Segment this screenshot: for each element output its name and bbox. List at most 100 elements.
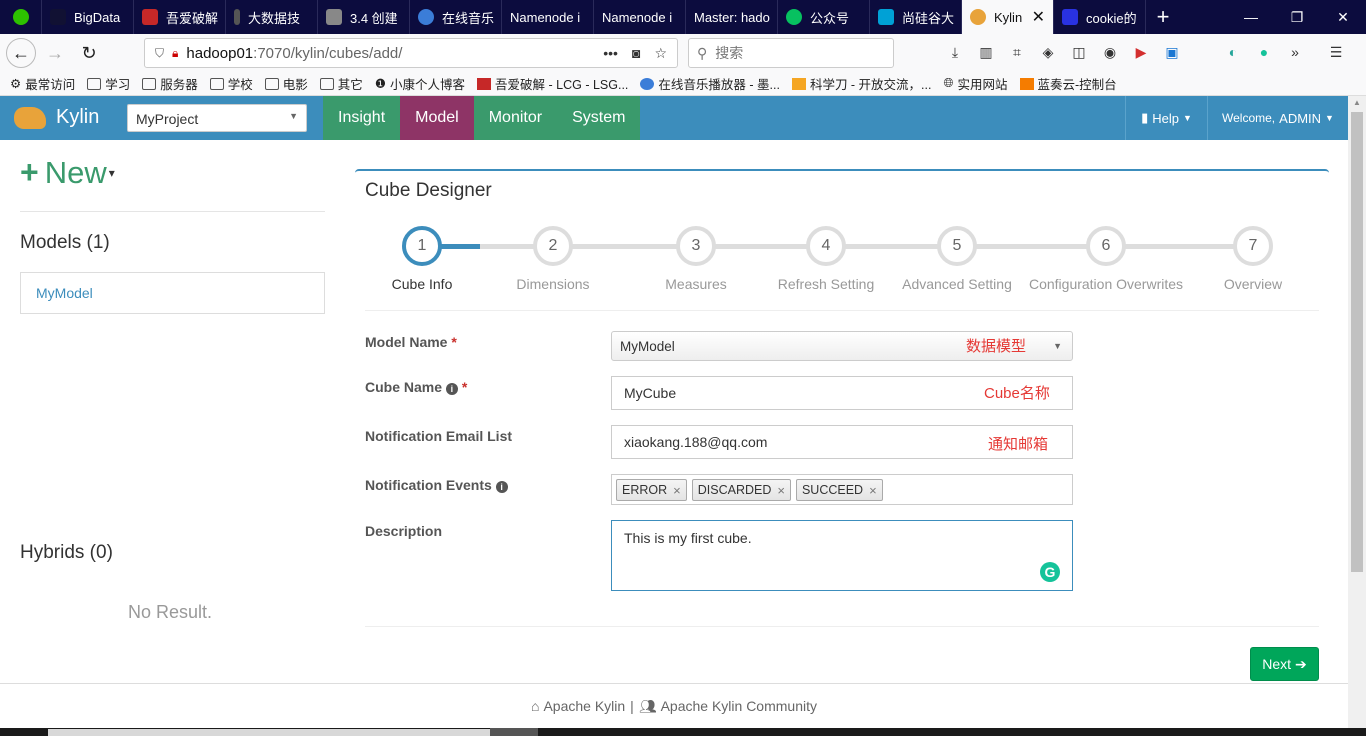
step-configuration-overwrites[interactable]: 6 Configuration Overwrites <box>1026 226 1186 292</box>
restore-icon[interactable]: ❐ <box>1274 0 1320 34</box>
new-button[interactable]: + New ▾ <box>20 154 115 191</box>
event-tag: ERROR × <box>616 479 687 501</box>
kylin-logo[interactable]: Kylin <box>14 106 99 129</box>
library-icon[interactable]: ▥ <box>977 43 995 61</box>
info-icon[interactable]: i <box>495 481 508 493</box>
browser-tab[interactable]: Namenode i <box>502 0 594 34</box>
download-icon[interactable]: ⤓ <box>946 43 964 61</box>
bookmark-item[interactable]: 科学刀 - 开放交流，... <box>791 74 931 93</box>
browser-tab[interactable]: Namenode i <box>594 0 686 34</box>
pocket-icon[interactable]: ◙ <box>632 45 640 62</box>
browser-tab[interactable]: 公众号 <box>778 0 870 34</box>
page-actions-icon[interactable]: ••• <box>603 45 618 62</box>
grammarly-icon[interactable]: G <box>1040 562 1060 582</box>
shield-icon[interactable]: ⛉ <box>155 46 164 61</box>
sidebar-icon[interactable]: ◫ <box>1070 43 1088 61</box>
remove-tag-icon[interactable]: × <box>869 483 877 498</box>
bookmark-item[interactable]: 在线音乐播放器 - 墨... <box>640 74 780 93</box>
scrollbar-thumb[interactable] <box>1351 112 1363 572</box>
scroll-up-icon[interactable]: ▲ <box>1353 98 1361 107</box>
model-list-item[interactable]: MyModel <box>20 272 325 314</box>
minimize-icon[interactable]: — <box>1228 0 1274 34</box>
new-tab-button[interactable]: + <box>1146 0 1180 34</box>
translate-icon[interactable]: ◐ <box>1224 43 1242 61</box>
remove-tag-icon[interactable]: × <box>673 483 681 498</box>
folder-icon <box>142 77 157 90</box>
description-textarea[interactable]: This is my first cube. G <box>611 520 1073 591</box>
taskbar-item[interactable] <box>490 728 538 736</box>
nav-system[interactable]: System <box>557 96 641 140</box>
remove-tag-icon[interactable]: × <box>777 483 785 498</box>
models-heading: Models (1) <box>20 232 110 253</box>
screenshot-icon[interactable]: ⌗ <box>1008 43 1026 61</box>
main-nav: Insight Model Monitor System <box>323 96 641 140</box>
toolbar-icons: ⤓ ▥ ⌗ ◈ ◫ ◉ ▶ ▣ ◐ ● » ☰ <box>946 43 1345 61</box>
bookmark-star-icon[interactable]: ☆ <box>654 45 667 62</box>
step-dimensions[interactable]: 2 Dimensions <box>473 226 633 292</box>
kylin-header: Kylin MyProject ▼ Insight Model Monitor … <box>0 96 1348 140</box>
footer-link-kylin[interactable]: Apache Kylin <box>543 698 625 714</box>
forward-button[interactable]: → <box>40 38 70 68</box>
knife-icon <box>791 77 806 90</box>
browser-tab[interactable] <box>0 0 42 34</box>
extension-icon[interactable]: ▣ <box>1163 43 1181 61</box>
search-input[interactable]: ⚲ 搜索 <box>688 38 894 68</box>
chat-icon[interactable]: ◈ <box>1039 43 1057 61</box>
bookmark-folder[interactable]: 服务器 <box>142 74 198 93</box>
bookmark-item[interactable]: ❶ 小康个人博客 <box>375 74 465 93</box>
url-bar[interactable]: ⛉ 🔒︎ hadoop01:7070/kylin/cubes/add/ ••• … <box>144 38 678 68</box>
nav-model[interactable]: Model <box>400 96 474 140</box>
browser-tab[interactable]: BigData <box>42 0 134 34</box>
step-advanced-setting[interactable]: 5 Advanced Setting <box>877 226 1037 292</box>
browser-tab[interactable]: cookie的 <box>1054 0 1146 34</box>
bookmark-item[interactable]: 吾爱破解 - LCG - LSG... <box>477 74 628 93</box>
divider <box>20 211 325 212</box>
step-overview[interactable]: 7 Overview <box>1173 226 1333 292</box>
browser-tab[interactable]: 在线音乐 <box>410 0 502 34</box>
annotation-model: 数据模型 <box>966 338 1027 355</box>
bookmark-folder[interactable]: 电影 <box>264 74 308 93</box>
reload-button[interactable]: ↻ <box>74 38 104 68</box>
grammarly-icon[interactable]: ● <box>1255 43 1273 61</box>
bookmark-item[interactable]: 蓝奏云-控制台 <box>1019 74 1117 93</box>
browser-tab-active[interactable]: Kylin ✕ <box>962 0 1054 34</box>
search-icon: ⚲ <box>697 44 708 61</box>
divider <box>365 310 1319 311</box>
browser-tab-strip: BigData 吾爱破解 大数据技 3.4 创建 在线音乐 Namenode i… <box>0 0 1366 34</box>
video-icon[interactable]: ▶ <box>1132 43 1150 61</box>
events-tag-input[interactable]: ERROR × DISCARDED × SUCCEED × <box>611 474 1073 505</box>
help-menu[interactable]: ▮ Help ▼ <box>1125 96 1207 140</box>
overflow-icon[interactable]: » <box>1286 43 1304 61</box>
page-scrollbar[interactable]: ▲ <box>1348 96 1366 728</box>
description-label: Description <box>365 523 443 539</box>
project-select[interactable]: MyProject ▼ <box>127 104 307 132</box>
browser-tab[interactable]: 吾爱破解 <box>134 0 226 34</box>
close-tab-icon[interactable]: ✕ <box>1032 7 1045 27</box>
next-button[interactable]: Next ➔ <box>1250 647 1319 681</box>
book-icon <box>326 9 342 25</box>
caret-down-icon: ▼ <box>1325 113 1334 123</box>
bookmark-folder[interactable]: 学校 <box>209 74 253 93</box>
user-menu[interactable]: Welcome, ADMIN ▼ <box>1207 96 1348 140</box>
bookmark-folder[interactable]: 其它 <box>319 74 363 93</box>
bookmark-item[interactable]: ⚙ 最常访问 <box>10 74 75 93</box>
browser-tab[interactable]: Master: hado <box>686 0 778 34</box>
close-window-icon[interactable]: ✕ <box>1320 0 1366 34</box>
browser-tab[interactable]: 尚硅谷大 <box>870 0 962 34</box>
footer-link-community[interactable]: Apache Kylin Community <box>661 698 817 714</box>
info-icon[interactable]: i <box>445 383 458 395</box>
browser-tab[interactable]: 3.4 创建 <box>318 0 410 34</box>
back-button[interactable]: ← <box>6 38 36 68</box>
menu-icon[interactable]: ☰ <box>1327 43 1345 61</box>
nav-insight[interactable]: Insight <box>323 96 401 140</box>
taskbar-search[interactable] <box>48 729 490 736</box>
bookmark-folder[interactable]: 学习 <box>87 74 130 93</box>
account-icon[interactable]: ◉ <box>1101 43 1119 61</box>
nav-monitor[interactable]: Monitor <box>473 96 558 140</box>
model-link[interactable]: MyModel <box>36 285 93 301</box>
pen-icon <box>234 9 240 25</box>
browser-tab[interactable]: 大数据技 <box>226 0 318 34</box>
bookmark-item[interactable]: 🌐︎ 实用网站 <box>943 74 1007 93</box>
cube-name-label: Cube Name i * <box>365 379 468 395</box>
insecure-lock-icon[interactable]: 🔒︎ <box>172 46 178 61</box>
